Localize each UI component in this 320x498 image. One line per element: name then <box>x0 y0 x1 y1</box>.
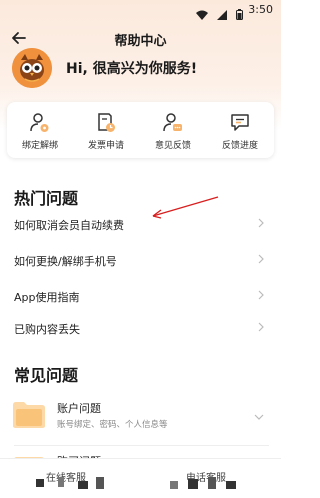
chevron-right-icon <box>257 322 265 335</box>
common-question-title: 账户问题 <box>57 402 101 415</box>
hot-question-item[interactable]: 已购内容丢失 <box>14 318 269 338</box>
hot-questions-title: 热门问题 <box>14 189 79 208</box>
redaction-block <box>226 481 236 489</box>
bottom-bar: 在线客服 电话客服 <box>0 458 281 498</box>
battery-icon <box>236 5 243 24</box>
status-time: 3:50 <box>248 3 273 16</box>
quick-action-bind-unbind[interactable]: 绑定解绑 <box>7 102 73 158</box>
quick-action-progress[interactable]: 反馈进度 <box>207 102 273 158</box>
hot-question-item[interactable]: App使用指南 <box>14 286 269 306</box>
chevron-right-icon <box>257 218 265 231</box>
hot-question-item[interactable]: 如何取消会员自动续费 <box>14 214 269 234</box>
hot-question-text: 已购内容丢失 <box>14 323 80 336</box>
status-icons <box>195 4 243 20</box>
nav-bar: 帮助中心 <box>0 26 281 52</box>
hot-question-text: 如何更换/解绑手机号 <box>14 255 117 268</box>
quick-action-label: 发票申请 <box>87 141 124 151</box>
quick-action-label: 意见反馈 <box>154 141 191 151</box>
invoice-clock-icon <box>98 113 115 132</box>
page-title: 帮助中心 <box>114 34 167 49</box>
chevron-down-icon <box>254 406 264 425</box>
redaction-block <box>36 479 44 487</box>
hot-question-text: App使用指南 <box>14 291 80 304</box>
quick-action-feedback[interactable]: 意见反馈 <box>140 102 206 158</box>
quick-action-label: 绑定解绑 <box>21 141 58 151</box>
redaction-block <box>188 479 198 489</box>
quick-actions-card: 绑定解绑 发票申请 意见反馈 反馈进度 <box>7 102 274 158</box>
chevron-right-icon <box>257 254 265 267</box>
redaction-block <box>78 481 88 489</box>
status-bar: 3:50 <box>0 0 281 22</box>
quick-action-label: 反馈进度 <box>221 141 258 151</box>
redaction-block <box>96 477 104 489</box>
user-chat-icon <box>163 113 182 132</box>
avatar <box>12 48 52 88</box>
common-questions-title: 常见问题 <box>14 366 79 385</box>
user-gear-icon <box>30 113 49 132</box>
redaction-block <box>58 477 64 487</box>
redaction-block <box>170 481 178 489</box>
divider <box>14 445 269 446</box>
owl-mascot-icon <box>12 48 52 88</box>
redaction-block <box>208 477 216 489</box>
signal-icon <box>216 5 227 24</box>
quick-action-invoice[interactable]: 发票申请 <box>73 102 139 158</box>
common-question-account[interactable]: 账户问题 账号绑定、密码、个人信息等 <box>12 399 270 439</box>
chevron-right-icon <box>257 290 265 303</box>
common-question-subtitle: 账号绑定、密码、个人信息等 <box>57 420 168 430</box>
hot-question-item[interactable]: 如何更换/解绑手机号 <box>14 250 269 270</box>
hot-question-text: 如何取消会员自动续费 <box>14 219 124 232</box>
greeting-text: Hi, 很高兴为你服务! <box>66 61 198 77</box>
message-progress-icon <box>231 114 249 131</box>
folder-icon <box>12 401 46 433</box>
wifi-icon <box>195 5 208 24</box>
